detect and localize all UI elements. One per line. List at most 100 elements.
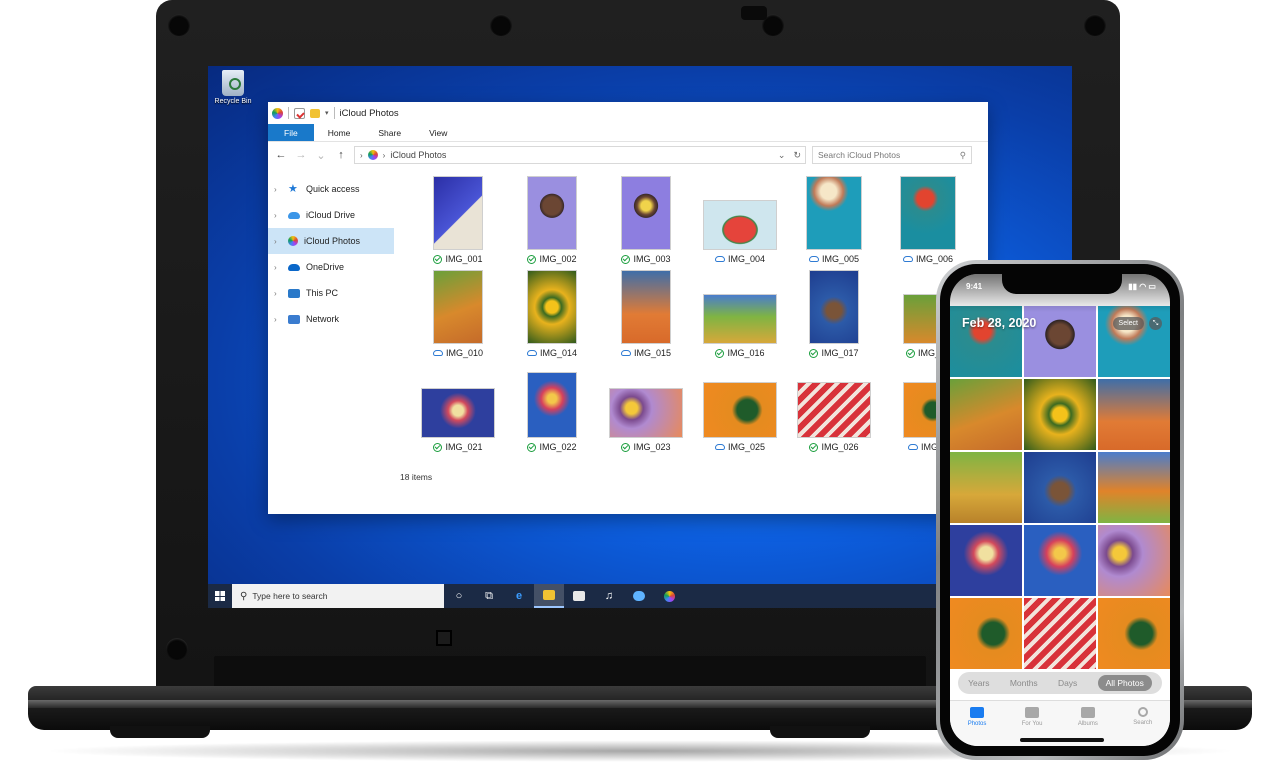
expand-chevron-icon[interactable]: ›	[274, 315, 282, 324]
photo-thumbnail[interactable]	[621, 176, 671, 250]
new-folder-icon[interactable]	[310, 108, 320, 118]
file-explorer-taskbar-icon[interactable]	[534, 584, 564, 608]
sidebar-item-icloud-drive[interactable]: › iCloud Drive	[268, 202, 394, 228]
file-item[interactable]: IMG_014	[506, 268, 598, 358]
start-button[interactable]	[208, 584, 232, 608]
file-item[interactable]: IMG_015	[600, 268, 692, 358]
photo-thumbnail[interactable]	[809, 270, 859, 344]
photo-grid-item[interactable]	[950, 379, 1022, 450]
properties-icon[interactable]	[294, 107, 305, 119]
file-item[interactable]: IMG_002	[506, 174, 598, 264]
file-item[interactable]: IMG_004	[694, 174, 786, 264]
store-icon[interactable]	[564, 584, 594, 608]
zoom-icon[interactable]: ⤡	[1149, 317, 1162, 330]
file-item[interactable]: IMG_025	[694, 362, 786, 452]
cloud-icon	[288, 211, 300, 219]
segment-months[interactable]: Months	[1010, 678, 1038, 688]
sidebar-item-icloud-photos[interactable]: › iCloud Photos	[268, 228, 394, 254]
taskbar-search-input[interactable]: ⚲ Type here to search	[232, 584, 444, 608]
recycle-bin-icon[interactable]	[222, 70, 244, 96]
photo-thumbnail[interactable]	[527, 372, 577, 438]
select-button[interactable]: Select	[1112, 317, 1144, 330]
file-item[interactable]: IMG_023	[600, 362, 692, 452]
photo-thumbnail[interactable]	[609, 388, 683, 438]
cortana-icon[interactable]: ○	[444, 584, 474, 608]
photo-grid-item[interactable]	[950, 525, 1022, 596]
photo-grid-item[interactable]	[950, 452, 1022, 523]
expand-chevron-icon[interactable]: ›	[274, 237, 282, 246]
file-item[interactable]: IMG_021	[412, 362, 504, 452]
expand-chevron-icon[interactable]: ›	[274, 211, 282, 220]
search-icon[interactable]: ⚲	[960, 150, 966, 161]
file-item[interactable]: IMG_001	[412, 174, 504, 264]
photo-grid-item[interactable]	[1024, 598, 1096, 669]
expand-chevron-icon[interactable]: ›	[274, 185, 282, 194]
sidebar-item-network[interactable]: › Network	[268, 306, 394, 332]
file-item[interactable]: IMG_005	[788, 174, 880, 264]
back-arrow-icon[interactable]: ←	[274, 149, 288, 161]
photo-thumbnail[interactable]	[797, 382, 871, 438]
photo-grid-item[interactable]	[1024, 452, 1096, 523]
photo-grid-item[interactable]	[1024, 379, 1096, 450]
edge-icon[interactable]: e	[504, 584, 534, 608]
photo-thumbnail[interactable]	[621, 270, 671, 344]
icloud-photos-taskbar-icon[interactable]	[654, 584, 684, 608]
file-item[interactable]: IMG_022	[506, 362, 598, 452]
file-item[interactable]: IMG_017	[788, 268, 880, 358]
sidebar-item-quick-access[interactable]: › ★ Quick access	[268, 176, 394, 202]
expand-chevron-icon[interactable]: ›	[274, 289, 282, 298]
recent-locations-chevron-icon[interactable]: ⌄	[314, 149, 328, 162]
sidebar-item-onedrive[interactable]: › OneDrive	[268, 254, 394, 280]
itunes-icon[interactable]: ♫	[594, 584, 624, 608]
file-item[interactable]: IMG_016	[694, 268, 786, 358]
icloud-photos-icon	[272, 107, 283, 119]
photo-grid-item[interactable]	[1098, 598, 1170, 669]
tab-photos[interactable]: Photos	[968, 707, 986, 746]
photo-thumbnail[interactable]	[433, 270, 483, 344]
photo-grid-item[interactable]	[1098, 525, 1170, 596]
cloud-only-icon	[432, 350, 443, 356]
photo-thumbnail[interactable]	[703, 382, 777, 438]
segment-days[interactable]: Days	[1058, 678, 1077, 688]
tab-share[interactable]: Share	[364, 124, 415, 141]
customize-toolbar-caret-icon[interactable]: ▾	[325, 109, 329, 117]
photo-thumbnail[interactable]	[703, 294, 777, 344]
forward-arrow-icon[interactable]: →	[294, 149, 308, 161]
icloud-drive-taskbar-icon[interactable]	[624, 584, 654, 608]
recycle-bin[interactable]: Recycle Bin	[214, 70, 252, 105]
tab-home[interactable]: Home	[314, 124, 365, 141]
refresh-icon[interactable]: ↻	[793, 150, 801, 161]
file-name: IMG_026	[821, 442, 859, 452]
tab-file[interactable]: File	[268, 124, 314, 141]
photo-thumbnail[interactable]	[806, 176, 862, 250]
synced-check-icon	[905, 348, 915, 358]
photo-thumbnail[interactable]	[703, 200, 777, 250]
file-item[interactable]: IMG_026	[788, 362, 880, 452]
tab-search[interactable]: Search	[1133, 707, 1152, 746]
photo-thumbnail[interactable]	[421, 388, 495, 438]
dropdown-chevron-icon[interactable]: ⌄	[778, 150, 786, 161]
search-input[interactable]: Search iCloud Photos ⚲	[812, 146, 972, 164]
photo-grid-item[interactable]	[1098, 379, 1170, 450]
sidebar-item-this-pc[interactable]: › This PC	[268, 280, 394, 306]
segment-all-photos[interactable]: All Photos	[1097, 675, 1152, 691]
photo-thumbnail[interactable]	[900, 176, 956, 250]
file-item[interactable]: IMG_003	[600, 174, 692, 264]
photo-thumbnail[interactable]	[527, 176, 577, 250]
segment-years[interactable]: Years	[968, 678, 989, 688]
photo-grid-item[interactable]	[950, 598, 1022, 669]
file-item[interactable]: IMG_010	[412, 268, 504, 358]
file-item[interactable]: IMG_006	[882, 174, 974, 264]
tab-view[interactable]: View	[415, 124, 461, 141]
photo-grid-item[interactable]	[1024, 525, 1096, 596]
file-label: IMG_014	[506, 348, 598, 358]
photo-grid-item[interactable]	[1098, 452, 1170, 523]
up-arrow-icon[interactable]: ↑	[334, 149, 348, 161]
address-bar[interactable]: › › iCloud Photos ⌄ ↻	[354, 146, 806, 164]
task-view-icon[interactable]: ⧉	[474, 584, 504, 608]
file-name: IMG_005	[821, 254, 860, 264]
photo-thumbnail[interactable]	[433, 176, 483, 250]
photo-thumbnail[interactable]	[527, 270, 577, 344]
cloud-only-icon	[808, 256, 819, 262]
expand-chevron-icon[interactable]: ›	[274, 263, 282, 272]
